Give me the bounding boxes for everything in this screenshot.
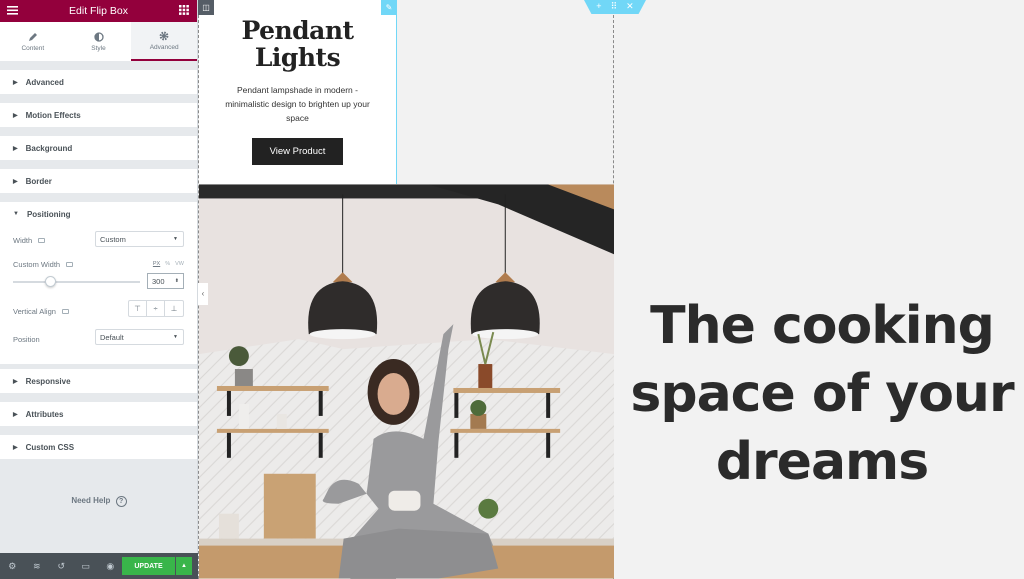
section-motion-effects[interactable]: ▶ Motion Effects [0, 103, 197, 127]
delete-section-icon[interactable]: ✕ [626, 0, 634, 14]
add-section-icon[interactable]: + [596, 0, 601, 14]
section-advanced[interactable]: ▶ Advanced [0, 70, 197, 94]
section-custom-css[interactable]: ▶ Custom CSS [0, 435, 197, 459]
tab-style[interactable]: Style [66, 22, 132, 61]
collapse-panel-icon[interactable]: ‹ [198, 283, 208, 305]
desktop-icon[interactable] [38, 238, 46, 243]
caret-right-icon: ▶ [13, 411, 18, 418]
caret-right-icon: ▶ [13, 145, 18, 152]
tab-label: Style [91, 44, 106, 52]
section-responsive[interactable]: ▶ Responsive [0, 369, 197, 393]
panel-header: Edit Flip Box [0, 0, 197, 22]
select-value: Default [100, 332, 124, 342]
unit-vw[interactable]: VW [175, 261, 184, 267]
caret-down-icon: ▼ [13, 211, 19, 217]
section-background[interactable]: ▶ Background [0, 136, 197, 160]
title-line: Lights [254, 43, 341, 72]
title-line: Pendant [241, 16, 354, 45]
align-middle-button[interactable]: ÷ [147, 301, 165, 316]
section-label: Background [25, 143, 73, 153]
input-value: 300 [152, 276, 165, 286]
chevron-down-icon: ▼ [173, 236, 178, 242]
section-label: Advanced [25, 77, 64, 87]
layers-icon[interactable]: ≋ [25, 561, 50, 572]
tab-content[interactable]: Content [0, 22, 66, 61]
vertical-align-label: Vertical Align [13, 307, 56, 316]
position-label: Position [13, 335, 40, 344]
section-label: Custom CSS [25, 442, 75, 452]
gear-icon [159, 31, 169, 40]
flip-box-title: Pendant Lights [199, 17, 396, 71]
slider-handle[interactable] [45, 276, 56, 287]
section-label: Motion Effects [25, 110, 81, 120]
caret-right-icon: ▶ [13, 378, 18, 385]
view-product-button[interactable]: View Product [251, 138, 344, 165]
custom-width-input[interactable]: 300 ⬍ [147, 273, 184, 289]
section-positioning[interactable]: ▼ Positioning [0, 202, 197, 226]
section-label: Responsive [25, 376, 71, 386]
width-label: Width [13, 236, 33, 245]
caret-up-icon: ▲ [181, 563, 187, 569]
section-label: Positioning [26, 209, 71, 219]
caret-right-icon: ▶ [13, 444, 18, 451]
flip-box-back[interactable]: Pendant Lights Pendant lampshade in moder… [199, 0, 397, 184]
desktop-icon[interactable] [66, 262, 74, 267]
column-handle-icon[interactable]: ◫ [198, 0, 214, 15]
help-label: Need Help [71, 496, 111, 505]
preview-eye-icon[interactable]: ◉ [98, 561, 123, 572]
select-value: Custom [100, 234, 126, 244]
update-button[interactable]: UPDATE [122, 557, 175, 575]
save-options-button[interactable]: ▲ [176, 557, 192, 575]
align-bottom-button[interactable]: ⊥ [165, 301, 183, 316]
tab-advanced[interactable]: Advanced [131, 22, 198, 61]
unit-px[interactable]: PX [153, 261, 160, 267]
caret-right-icon: ▶ [13, 178, 18, 185]
section-attributes[interactable]: ▶ Attributes [0, 402, 197, 426]
tab-label: Content [21, 44, 45, 52]
responsive-mode-icon[interactable]: ▭ [74, 561, 99, 572]
kitchen-photo [199, 184, 614, 579]
question-circle-icon: ? [115, 496, 127, 507]
width-select[interactable]: Custom ▼ [95, 231, 184, 247]
hero-line: dreams [715, 432, 929, 492]
history-icon[interactable]: ↺ [49, 561, 74, 572]
contrast-icon [93, 31, 104, 42]
flip-box-description: Pendant lampshade in modern - minimalist… [225, 85, 370, 123]
position-select[interactable]: Default ▼ [95, 329, 184, 345]
hero-heading: The cooking space of your dreams [630, 292, 1014, 496]
section-label: Attributes [25, 409, 64, 419]
hero-line: The cooking [650, 296, 995, 356]
caret-right-icon: ▶ [13, 112, 18, 119]
need-help-link[interactable]: Need Help ? [0, 496, 198, 507]
pencil-icon [28, 32, 37, 41]
panel-footer: ⚙ ≋ ↺ ▭ ◉ UPDATE ▲ [0, 553, 198, 579]
edit-widget-icon[interactable]: ✎ [381, 0, 397, 15]
section-controls: + ⠿ ✕ [584, 0, 646, 14]
settings-icon[interactable]: ⚙ [0, 561, 25, 572]
tab-label: Advanced [149, 43, 179, 51]
section-border[interactable]: ▶ Border [0, 169, 197, 193]
custom-width-label: Custom Width [13, 260, 61, 269]
positioning-controls: Width Custom ▼ Custom Width PX% VW 300 ⬍ Ve… [0, 226, 197, 364]
drag-handle-icon[interactable]: ⠿ [611, 0, 618, 14]
stepper-icon[interactable]: ⬍ [175, 278, 179, 284]
widgets-grid-icon[interactable] [179, 5, 189, 18]
chevron-down-icon: ▼ [173, 334, 178, 340]
custom-width-slider[interactable] [13, 276, 140, 287]
unit-percent[interactable]: % [165, 261, 170, 267]
align-top-button[interactable]: ⊤ [129, 301, 147, 316]
hero-line: space of your [630, 364, 1014, 424]
caret-right-icon: ▶ [13, 79, 18, 86]
panel-title: Edit Flip Box [69, 5, 128, 17]
section-label: Border [25, 176, 52, 186]
editor-panel: Edit Flip Box Content Style Advanced ▶ Ad… [0, 0, 198, 579]
hamburger-menu-icon[interactable] [7, 5, 18, 18]
desktop-icon[interactable] [61, 309, 69, 314]
